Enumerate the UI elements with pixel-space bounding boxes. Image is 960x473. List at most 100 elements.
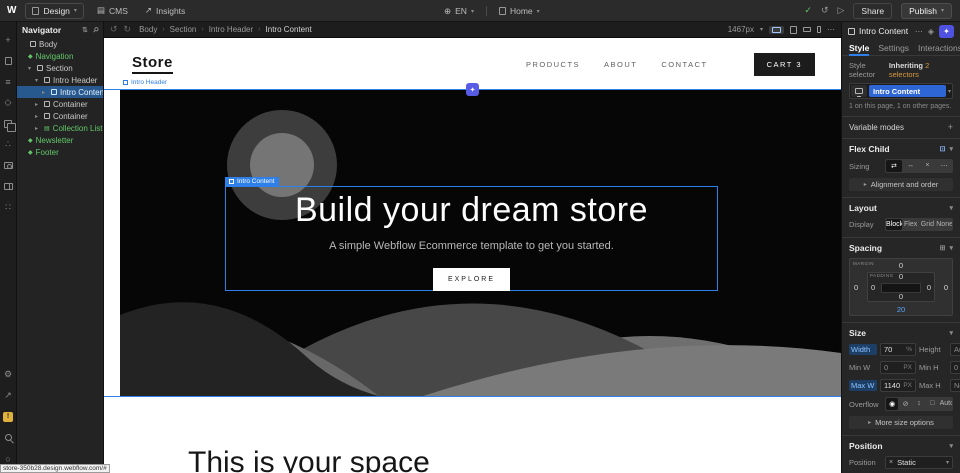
history-icon[interactable]: ↺ [821,5,829,16]
tree-item-footer[interactable]: ◆ Footer [17,146,103,158]
tree-item-newsletter[interactable]: ◆ Newsletter [17,134,103,146]
overflow-scroll-option[interactable]: ↕ [913,398,925,410]
tab-style[interactable]: Style [849,40,869,56]
explore-button[interactable]: EXPLORE [433,268,510,291]
add-element-button[interactable]: + [0,29,16,50]
create-component-icon[interactable]: ◈ [928,27,934,36]
padding-right-value[interactable]: 0 [927,283,931,292]
intro-content-selection[interactable]: Intro Content Build your dream store A s… [225,186,718,291]
breadcrumb-item[interactable]: Body [139,25,157,34]
store-logo[interactable]: Store [132,54,173,74]
width-input[interactable]: 70 % [880,343,916,356]
navigator-button[interactable]: ≡ [0,71,16,92]
audit-button[interactable]: ↗ [0,385,16,406]
breakpoint-phone-button[interactable] [817,26,821,33]
nav-link-products[interactable]: PRODUCTS [526,60,580,69]
chevron-down-icon[interactable]: ▾ [949,442,953,450]
tree-item-collection-list[interactable]: ▸ ▤ Collection List Wra... [17,122,103,134]
tree-item-container[interactable]: ▸ Container [17,110,103,122]
search-button[interactable] [0,427,16,448]
tree-item-container[interactable]: ▸ Container [17,98,103,110]
hero-section[interactable]: Intro Content Build your dream store A s… [120,90,841,397]
flex-parent-icon[interactable]: ⊡ [940,145,946,153]
assets-button[interactable] [0,113,16,134]
chevron-right-icon[interactable]: ▸ [35,125,41,132]
min-height-input[interactable]: 0 PX [950,361,960,374]
pin-icon[interactable]: ⚲ [91,25,100,34]
design-mode-button[interactable]: Design ▾ [25,3,83,19]
margin-bottom-value[interactable]: 20 [850,305,952,314]
breakpoint-tablet-button[interactable] [790,26,797,34]
locale-selector[interactable]: ⊕ EN ▾ [440,4,478,19]
insights-button[interactable]: ↗ Insights [141,3,189,18]
more-size-options-expander[interactable]: ▸More size options [849,416,953,429]
position-select[interactable]: × Static ▾ [885,456,953,469]
preview-icon[interactable]: ▷ [837,5,844,16]
padding-left-value[interactable]: 0 [871,283,875,292]
chevron-down-icon[interactable]: ▾ [35,77,41,84]
libraries-button[interactable] [0,176,16,197]
page-selector[interactable]: Home ▾ [495,4,544,18]
class-selector-input[interactable]: Intro Content ▾ [849,83,953,99]
cms-button[interactable]: ▤ CMS [93,3,132,18]
margin-right-value[interactable]: 0 [944,283,948,292]
logic-button[interactable]: ∴ [0,134,16,155]
ai-assistant-button[interactable]: ✦ [939,25,954,38]
breadcrumb-item[interactable]: Intro Header [209,25,253,34]
overflow-clip-option[interactable]: □ [926,398,938,410]
min-width-input[interactable]: 0 PX [880,361,916,374]
intro-header-tag[interactable]: Intro Header [123,79,167,86]
apps-button[interactable]: ∷ [0,197,16,218]
share-button[interactable]: Share [853,3,892,19]
breakpoint-desktop-button[interactable] [769,26,784,34]
overflow-hidden-option[interactable]: ⊘ [899,398,911,410]
next-section-heading[interactable]: This is your space [188,446,430,473]
chevron-right-icon[interactable]: ▸ [35,113,41,120]
more-breakpoints-icon[interactable]: ⋯ [827,25,835,34]
overflow-auto-option[interactable]: Auto [940,398,952,410]
display-grid-option[interactable]: Grid [920,219,936,230]
media-button[interactable] [0,155,16,176]
breadcrumb-item-current[interactable]: Intro Content [266,25,312,34]
chevron-down-icon[interactable]: ▾ [28,65,34,72]
chevron-right-icon[interactable]: ▸ [35,101,41,108]
spacing-control[interactable]: MARGIN 0 0 0 20 PADDING 0 0 0 0 [849,258,953,316]
chevron-down-icon[interactable]: ▾ [949,204,953,212]
nav-link-contact[interactable]: CONTACT [661,60,707,69]
padding-top-value[interactable]: 0 [850,272,952,281]
display-block-option[interactable]: Block [886,219,902,230]
display-flex-option[interactable]: Flex [903,219,919,230]
add-section-handle[interactable]: ✦ [466,83,479,96]
sizing-grow-option[interactable]: ↔ [903,160,919,172]
padding-bottom-value[interactable]: 0 [850,292,952,301]
chevron-down-icon[interactable]: ▾ [949,244,953,252]
margin-top-value[interactable]: 0 [850,261,952,270]
cart-button[interactable]: CART 3 [754,53,815,76]
webflow-logo-icon[interactable]: W [7,5,16,16]
collapse-all-icon[interactable]: ⇅ [82,26,88,34]
tree-item-section[interactable]: ▾ Section [17,62,103,74]
viewport-width[interactable]: 1467px [728,25,754,34]
alerts-button[interactable]: ! [0,406,16,427]
sizing-more-option[interactable]: ⋯ [936,160,952,172]
hero-heading[interactable]: Build your dream store [295,191,648,230]
sizing-shrink-option[interactable]: ⇄ [886,160,902,172]
settings-button[interactable]: ⚙ [0,364,16,385]
pages-button[interactable] [0,50,16,71]
publish-button[interactable]: Publish ▾ [901,3,952,19]
tab-settings[interactable]: Settings [878,43,909,53]
intro-content-badge[interactable]: Intro Content [225,177,279,187]
overflow-visible-option[interactable]: ◉ [886,398,898,410]
tree-item-body[interactable]: Body [17,38,103,50]
height-input[interactable]: Auto ▾ [950,343,960,356]
chevron-down-icon[interactable]: ▾ [949,329,953,337]
max-height-input[interactable]: None ▾ [950,379,960,392]
alignment-order-expander[interactable]: ▸Alignment and order [849,178,953,191]
class-pill[interactable]: Intro Content [869,85,946,97]
chevron-down-icon[interactable]: ▾ [949,145,953,153]
sizing-none-option[interactable]: × [920,160,936,172]
tree-item-intro-content[interactable]: ▸ Intro Content [17,86,103,98]
tree-item-navigation[interactable]: ◆ Navigation [17,50,103,62]
margin-left-value[interactable]: 0 [854,283,858,292]
components-button[interactable]: ◇ [0,92,16,113]
